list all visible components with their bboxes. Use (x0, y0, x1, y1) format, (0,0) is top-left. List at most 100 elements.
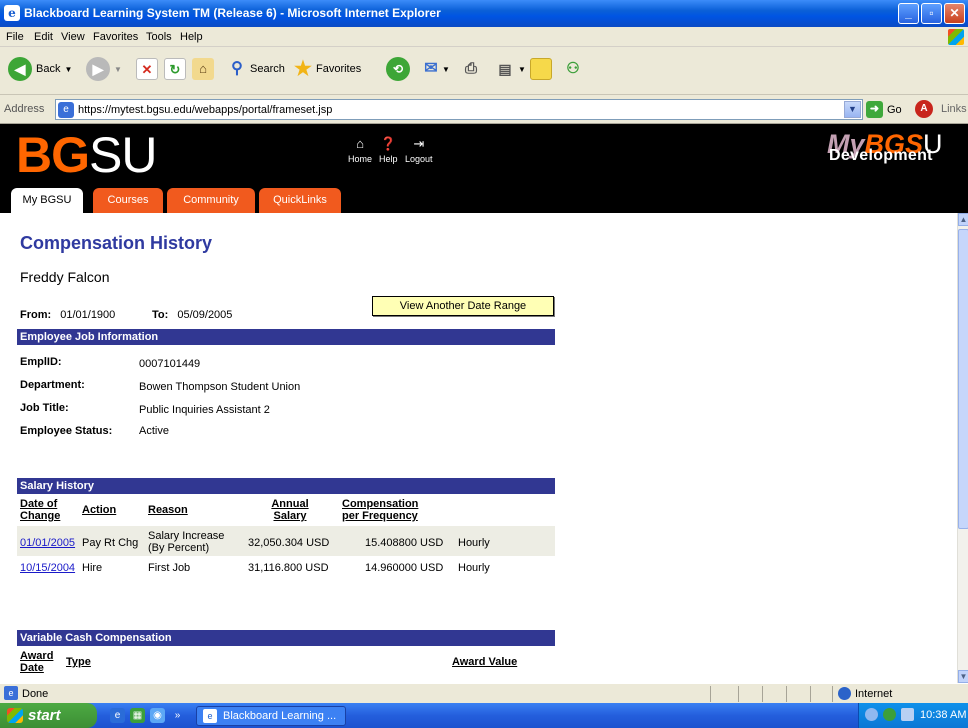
employee-status-value: Active (139, 425, 169, 437)
back-dropdown-icon[interactable]: ▼ (64, 65, 72, 74)
print-icon: ⎙ (464, 60, 477, 77)
row-2-date-link[interactable]: 10/15/2004 (20, 562, 75, 574)
links-label[interactable]: Links (941, 103, 967, 115)
view-another-date-range-button[interactable]: View Another Date Range (372, 296, 554, 316)
menu-edit[interactable]: Edit (34, 31, 53, 43)
security-zone: Internet (855, 688, 893, 700)
toolbar: ◀ Back ▼ ▶ ▼ ✕ ↻ ⌂ ⚲ Search ★ Favorites … (0, 47, 968, 95)
tray-mail-icon[interactable] (901, 708, 914, 721)
mail-button[interactable]: ✉ ▼ (420, 55, 450, 83)
emplid-label: EmplID: (20, 356, 62, 368)
col-compensation-per-frequency[interactable]: Compensation per Frequency (342, 498, 418, 522)
tray-expand-icon[interactable] (865, 708, 878, 721)
tab-community[interactable]: Community (167, 188, 255, 213)
address-dropdown-icon[interactable]: ▼ (844, 101, 861, 118)
messenger-button[interactable]: ⚇ (562, 55, 584, 83)
department-value: Bowen Thompson Student Union (139, 381, 301, 393)
edit-button[interactable]: ▤ ▼ (494, 55, 526, 83)
from-date: From: 01/01/1900 (20, 309, 116, 321)
taskbar: start e ▦ ◉ » e Blackboard Learning ... … (0, 703, 968, 728)
refresh-button[interactable]: ↻ (164, 55, 186, 83)
employee-section-header: Employee Job Information (17, 329, 555, 345)
status-divider (810, 686, 811, 702)
start-label: start (28, 707, 61, 724)
scroll-up-icon[interactable]: ▲ (958, 213, 968, 226)
col-award-date[interactable]: Award Date (20, 650, 53, 674)
messenger-icon: ⚇ (566, 60, 580, 77)
col-annual-salary[interactable]: Annual Salary (270, 498, 310, 522)
quicklaunch-media-icon[interactable]: ◉ (150, 708, 165, 723)
taskbar-window-button[interactable]: e Blackboard Learning ... (196, 706, 346, 726)
row-1-action: Pay Rt Chg (82, 537, 139, 549)
logout-link[interactable]: ⇥ Logout (405, 136, 433, 164)
mybgsu-development-logo: MyBGSU Development (827, 129, 957, 169)
scroll-down-icon[interactable]: ▼ (958, 670, 968, 683)
history-button[interactable]: ⟲ (386, 55, 410, 83)
windows-flag-icon (7, 708, 23, 723)
logout-link-label: Logout (405, 154, 433, 164)
quicklaunch-desktop-icon[interactable]: ▦ (130, 708, 145, 723)
home-icon: ⌂ (356, 136, 364, 151)
row-1-frequency: Hourly (458, 537, 490, 549)
tab-quicklinks[interactable]: QuickLinks (259, 188, 341, 213)
internet-zone-icon (838, 687, 851, 700)
col-date-of-change[interactable]: Date of Change (20, 498, 60, 522)
home-link-label: Home (348, 154, 373, 164)
back-button[interactable]: ◀ Back ▼ (8, 55, 72, 83)
discuss-button[interactable] (530, 55, 552, 83)
status-divider (786, 686, 787, 702)
department-label: Department: (20, 379, 85, 391)
back-arrow-icon: ◀ (8, 57, 32, 81)
discuss-icon (530, 58, 552, 80)
row-1-date-link[interactable]: 01/01/2005 (20, 537, 75, 549)
windows-logo-icon (948, 29, 964, 45)
mail-dropdown-icon[interactable]: ▼ (442, 65, 450, 74)
go-arrow-icon: ➜ (866, 101, 883, 118)
stop-button[interactable]: ✕ (136, 55, 158, 83)
bgsu-logo: BGSU (16, 129, 157, 181)
col-reason[interactable]: Reason (148, 504, 188, 516)
status-divider (762, 686, 763, 702)
col-action[interactable]: Action (82, 504, 116, 516)
edit-icon: ▤ (498, 61, 512, 77)
address-url[interactable]: https://mytest.bgsu.edu/webapps/portal/f… (78, 104, 332, 116)
job-title-label: Job Title: (20, 402, 69, 414)
col-award-value[interactable]: Award Value (452, 656, 517, 668)
favorites-button[interactable]: ★ Favorites (292, 55, 361, 83)
close-button[interactable]: ✕ (944, 3, 965, 24)
go-button[interactable]: ➜ Go (866, 101, 902, 118)
minimize-button[interactable]: _ (898, 3, 919, 24)
col-type[interactable]: Type (66, 656, 91, 668)
tab-my-bgsu[interactable]: My BGSU (11, 188, 83, 213)
menu-tools[interactable]: Tools (146, 31, 172, 43)
quicklaunch-more-icon[interactable]: » (170, 708, 185, 723)
home-button[interactable]: ⌂ (192, 55, 214, 83)
forward-arrow-icon: ▶ (86, 57, 110, 81)
tab-courses[interactable]: Courses (93, 188, 163, 213)
back-label: Back (36, 63, 61, 75)
start-button[interactable]: start (0, 703, 97, 728)
forward-dropdown-icon[interactable]: ▼ (114, 65, 122, 74)
menu-help[interactable]: Help (180, 31, 203, 43)
menu-file[interactable]: File (6, 31, 24, 43)
scroll-thumb[interactable] (958, 229, 968, 529)
home-link[interactable]: ⌂ Home (348, 136, 372, 164)
help-link[interactable]: ❓ Help (379, 136, 398, 164)
menu-favorites[interactable]: Favorites (93, 31, 138, 43)
quicklaunch-ie-icon[interactable]: e (110, 708, 125, 723)
page-content: Compensation History Freddy Falcon From:… (0, 213, 957, 683)
search-button[interactable]: ⚲ Search (226, 55, 285, 83)
maximize-button[interactable]: ▫ (921, 3, 942, 24)
print-button[interactable]: ⎙ (460, 55, 482, 83)
address-input[interactable]: e https://mytest.bgsu.edu/webapps/portal… (55, 99, 863, 120)
menu-view[interactable]: View (61, 31, 85, 43)
forward-button[interactable]: ▶ ▼ (86, 55, 122, 83)
tray-users-icon[interactable] (883, 708, 896, 721)
help-icon: ❓ (380, 136, 397, 151)
edit-dropdown-icon[interactable]: ▼ (518, 65, 526, 74)
vertical-scrollbar[interactable]: ▲ ▼ (957, 213, 968, 683)
mail-icon: ✉ (424, 60, 438, 77)
ie-icon[interactable]: e (4, 5, 20, 21)
refresh-icon: ↻ (164, 58, 186, 80)
acrobat-icon[interactable]: A (915, 100, 933, 118)
